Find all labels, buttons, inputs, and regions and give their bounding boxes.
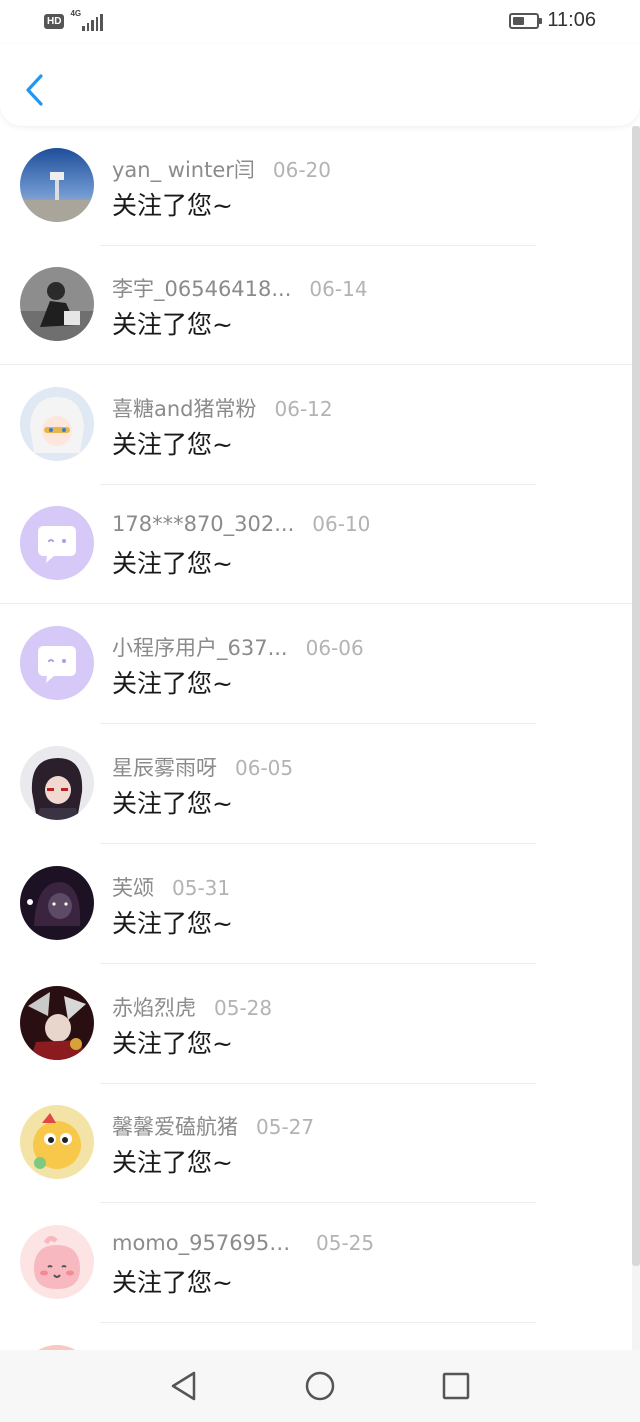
square-recents-icon [442,1372,470,1400]
name-date-line: 喜糖and猪常粉 06-12 [112,393,333,423]
user-avatar[interactable] [20,506,94,580]
user-avatar[interactable] [20,866,94,940]
user-avatar[interactable] [20,148,94,222]
notification-row[interactable]: 星辰雾雨呀 06-05 关注了您~ [0,724,632,844]
chevron-left-icon [26,74,43,106]
network-type: 4G [70,9,82,18]
user-name[interactable]: momo_9576950... [112,1231,298,1255]
circle-home-icon [305,1371,335,1401]
notification-row[interactable]: 赤焰烈虎 05-28 关注了您~ [0,964,632,1084]
nav-back-button[interactable] [164,1366,204,1406]
status-time: 11:06 [547,9,596,31]
name-date-line: momo_9576950... 05-25 [112,1231,374,1255]
notification-message: 关注了您~ [112,669,233,698]
notification-row[interactable]: 小程序用户_637... 06-06 关注了您~ [0,604,632,724]
system-nav-bar [0,1350,640,1422]
name-date-line: 馨馨爱磕航猪 05-27 [112,1111,314,1141]
signal-icon: 4G [70,9,103,31]
notification-row[interactable]: 馨馨爱磕航猪 05-27 关注了您~ [0,1083,632,1203]
status-bar: HD 4G 11:06 [0,0,640,44]
notification-message: 关注了您~ [112,789,233,818]
user-name[interactable]: 李宇_06546418... [112,273,291,303]
notification-row[interactable]: momo_9576950... 05-25 关注了您~ [0,1203,632,1323]
user-name[interactable]: 小程序用户_637... [112,632,288,662]
user-name[interactable]: 馨馨爱磕航猪 [112,1111,238,1141]
status-right: 11:06 [509,9,596,32]
user-name[interactable]: 芙颂 [112,872,154,902]
notification-date: 05-27 [256,1115,315,1139]
notification-date: 06-05 [235,756,294,780]
name-date-line: 李宇_06546418... 06-14 [112,273,368,303]
notification-message: 关注了您~ [112,191,233,220]
triangle-back-icon [171,1371,196,1401]
notification-row[interactable]: 芙颂 05-31 关注了您~ [0,844,632,964]
header [0,44,640,126]
notification-message: 关注了您~ [112,310,233,339]
user-name[interactable]: 星辰雾雨呀 [112,752,217,782]
notification-date: 05-28 [214,996,273,1020]
notification-row[interactable]: yan_ winter闫 06-20 关注了您~ [0,126,632,246]
name-date-line: yan_ winter闫 06-20 [112,154,331,184]
notification-message: 关注了您~ [112,549,233,578]
user-avatar[interactable] [20,746,94,820]
user-avatar[interactable] [20,1105,94,1179]
notification-date: 06-12 [274,397,333,421]
name-date-line: 178***870_302... 06-10 [112,512,370,536]
user-avatar[interactable] [20,387,94,461]
notification-list[interactable]: yan_ winter闫 06-20 关注了您~ 李宇_06546418... 06-1… [0,126,632,1350]
notification-date: 06-06 [305,636,364,660]
notification-date: 05-25 [316,1231,375,1255]
nav-home-button[interactable] [300,1366,340,1406]
battery-icon [509,12,543,29]
notification-row[interactable]: 178***870_302... 06-10 关注了您~ [0,484,632,604]
user-avatar[interactable] [20,626,94,700]
name-date-line: 赤焰烈虎 05-28 [112,992,272,1022]
notification-row-partial[interactable] [0,1323,632,1350]
hd-badge: HD [44,13,65,29]
notification-date: 06-10 [312,512,371,536]
notification-message: 关注了您~ [112,1268,233,1297]
nav-recents-button[interactable] [436,1366,476,1406]
notification-date: 06-14 [309,277,368,301]
user-name[interactable]: 喜糖and猪常粉 [112,393,257,423]
notification-date: 05-31 [172,876,231,900]
notification-message: 关注了您~ [112,430,233,459]
status-left: HD 4G [44,9,103,31]
notification-row[interactable]: 喜糖and猪常粉 06-12 关注了您~ [0,365,632,485]
user-name[interactable]: 赤焰烈虎 [112,992,196,1022]
user-avatar[interactable] [20,986,94,1060]
back-button[interactable] [18,70,52,110]
notification-message: 关注了您~ [112,1148,233,1177]
name-date-line: 小程序用户_637... 06-06 [112,632,364,662]
notification-message: 关注了您~ [112,909,233,938]
scrollbar-thumb[interactable] [632,126,640,1266]
notification-message: 关注了您~ [112,1029,233,1058]
name-date-line: 星辰雾雨呀 06-05 [112,752,293,782]
user-avatar[interactable] [20,267,94,341]
user-name[interactable]: 178***870_302... [112,512,294,536]
name-date-line: 芙颂 05-31 [112,872,230,902]
notification-date: 06-20 [272,158,332,182]
user-name[interactable]: yan_ winter闫 [112,154,255,184]
user-avatar[interactable] [20,1225,94,1299]
notification-row[interactable]: 李宇_06546418... 06-14 关注了您~ [0,245,632,365]
